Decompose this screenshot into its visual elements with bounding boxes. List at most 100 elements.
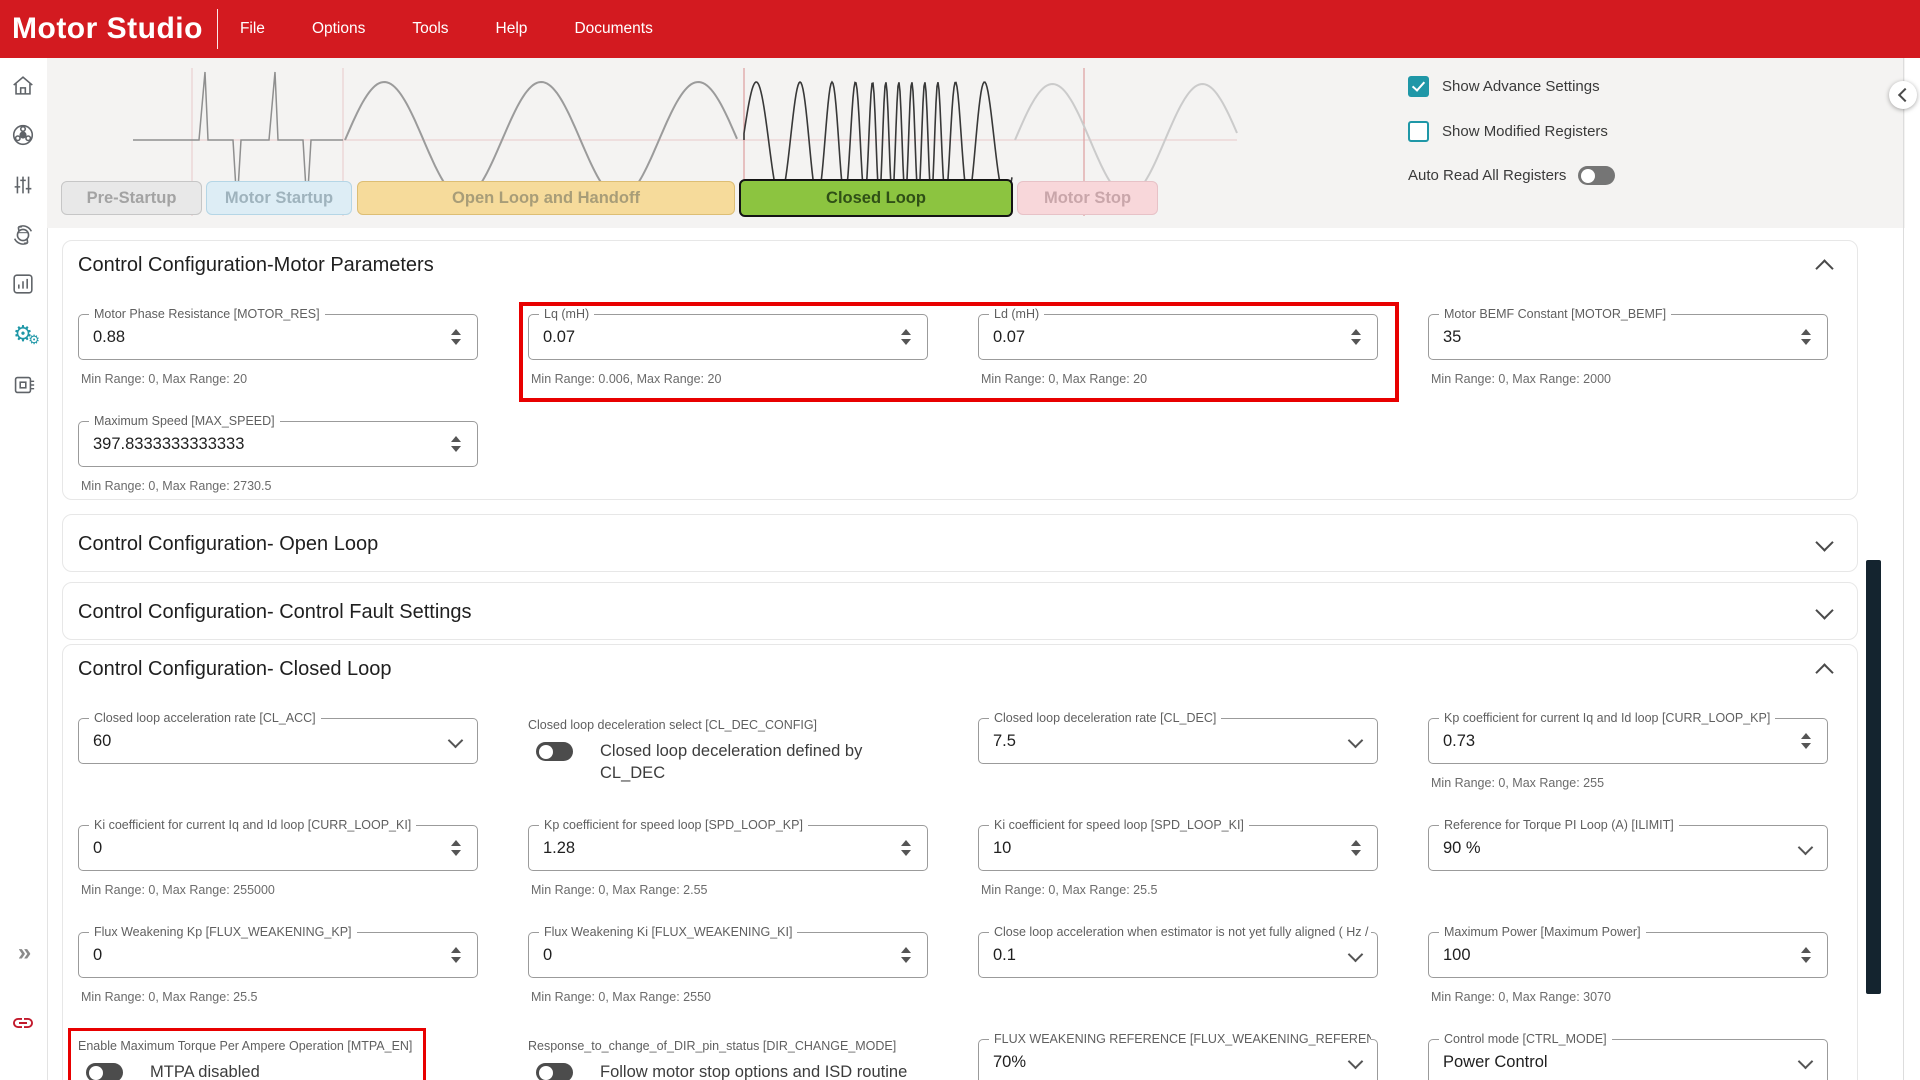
spin-down-icon[interactable] [901, 850, 911, 856]
field-input[interactable]: Maximum Speed [MAX_SPEED]397.83333333333… [78, 421, 478, 467]
spin-down-icon[interactable] [451, 446, 461, 452]
stage-motor-startup[interactable]: Motor Startup [206, 181, 352, 215]
menu-tools[interactable]: Tools [412, 20, 448, 38]
chip-icon[interactable] [9, 371, 37, 399]
field-input[interactable]: Ki coefficient for speed loop [SPD_LOOP_… [978, 825, 1378, 871]
spinner-buttons[interactable] [451, 840, 461, 856]
spin-up-icon[interactable] [1351, 840, 1361, 846]
spinner-buttons[interactable] [901, 947, 911, 963]
spinner-buttons[interactable] [1351, 840, 1361, 856]
spin-up-icon[interactable] [451, 947, 461, 953]
field-input[interactable]: Flux Weakening Kp [FLUX_WEAKENING_KP]0 [78, 932, 478, 978]
menu-file[interactable]: File [240, 20, 265, 38]
spinner-buttons[interactable] [1351, 329, 1361, 345]
spin-up-icon[interactable] [451, 840, 461, 846]
spin-down-icon[interactable] [451, 957, 461, 963]
toggle-switch[interactable] [536, 1063, 573, 1080]
auto-read-row: Auto Read All Registers [1408, 166, 1668, 185]
stage-open-loop-and-handoff[interactable]: Open Loop and Handoff [357, 181, 735, 215]
toggle-switch[interactable] [536, 742, 573, 761]
toggle-switch[interactable] [86, 1063, 123, 1080]
spinner-buttons[interactable] [901, 329, 911, 345]
spin-down-icon[interactable] [1801, 339, 1811, 345]
spin-up-icon[interactable] [1801, 329, 1811, 335]
spin-up-icon[interactable] [1351, 329, 1361, 335]
field-input[interactable]: Motor Phase Resistance [MOTOR_RES]0.88 [78, 314, 478, 360]
motor-wheel-icon[interactable] [9, 121, 37, 149]
spin-down-icon[interactable] [1801, 957, 1811, 963]
spin-down-icon[interactable] [1351, 850, 1361, 856]
sync-rotate-icon[interactable] [9, 221, 37, 249]
spin-up-icon[interactable] [901, 329, 911, 335]
chevron-down-icon[interactable] [1798, 1054, 1814, 1070]
chevron-down-icon[interactable] [1348, 947, 1364, 963]
spinner-buttons[interactable] [451, 329, 461, 345]
field-input[interactable]: Motor BEMF Constant [MOTOR_BEMF]35 [1428, 314, 1828, 360]
show-modified-checkbox[interactable] [1408, 121, 1429, 142]
field-input[interactable]: Kp coefficient for current Iq and Id loo… [1428, 718, 1828, 764]
spin-down-icon[interactable] [901, 957, 911, 963]
field-input[interactable]: Ki coefficient for current Iq and Id loo… [78, 825, 478, 871]
auto-read-toggle[interactable] [1578, 166, 1615, 185]
expand-sidebar-icon[interactable]: » [9, 939, 37, 967]
section-header[interactable]: Control Configuration- Open Loop [63, 515, 1857, 558]
spin-up-icon[interactable] [451, 329, 461, 335]
spin-down-icon[interactable] [451, 339, 461, 345]
section-header[interactable]: Control Configuration- Control Fault Set… [63, 583, 1857, 626]
field-number: Ki coefficient for speed loop [SPD_LOOP_… [978, 818, 1378, 897]
field-input[interactable]: Closed loop deceleration rate [CL_DEC]7.… [978, 718, 1378, 764]
chevron-down-icon[interactable] [1348, 1054, 1364, 1070]
stage-pre-startup[interactable]: Pre-Startup [61, 181, 202, 215]
field-value: 0 [79, 839, 102, 858]
spinner-buttons[interactable] [451, 947, 461, 963]
field-number: Flux Weakening Ki [FLUX_WEAKENING_KI]0Mi… [528, 925, 928, 1004]
section-header[interactable]: Control Configuration-Motor Parameters [63, 241, 1857, 279]
menu-options[interactable]: Options [312, 20, 365, 38]
menu-help[interactable]: Help [496, 20, 528, 38]
field-input[interactable]: FLUX WEAKENING REFERENCE [FLUX_WEAKENING… [978, 1039, 1378, 1080]
spinner-buttons[interactable] [1801, 733, 1811, 749]
spin-up-icon[interactable] [1801, 733, 1811, 739]
spin-up-icon[interactable] [451, 436, 461, 442]
spin-down-icon[interactable] [901, 339, 911, 345]
field-switch: Enable Maximum Torque Per Ampere Operati… [78, 1032, 478, 1080]
chevron-down-icon[interactable] [1798, 840, 1814, 856]
link-icon[interactable] [9, 1009, 37, 1037]
field-input[interactable]: Control mode [CTRL_MODE]Power Control [1428, 1039, 1828, 1080]
chart-icon[interactable] [9, 270, 37, 298]
switch-state-label: MTPA disabled [150, 1061, 260, 1080]
spin-down-icon[interactable] [1351, 339, 1361, 345]
spinner-buttons[interactable] [1801, 947, 1811, 963]
stage-motor-stop[interactable]: Motor Stop [1017, 181, 1158, 215]
settings-gears-icon[interactable]: ⚙⚙ [9, 320, 37, 348]
field-input[interactable]: Flux Weakening Ki [FLUX_WEAKENING_KI]0 [528, 932, 928, 978]
field-input[interactable]: Maximum Power [Maximum Power]100 [1428, 932, 1828, 978]
field-input[interactable]: Reference for Torque PI Loop (A) [ILIMIT… [1428, 825, 1828, 871]
menu-documents[interactable]: Documents [574, 20, 652, 38]
spin-up-icon[interactable] [1801, 947, 1811, 953]
section-header[interactable]: Control Configuration- Closed Loop [63, 645, 1857, 683]
field-input[interactable]: Closed loop acceleration rate [CL_ACC]60 [78, 718, 478, 764]
field-input[interactable]: Lq (mH)0.07 [528, 314, 928, 360]
field-input[interactable]: Ld (mH)0.07 [978, 314, 1378, 360]
chevron-down-icon[interactable] [448, 733, 464, 749]
spin-up-icon[interactable] [901, 840, 911, 846]
field-input[interactable]: Close loop acceleration when estimator i… [978, 932, 1378, 978]
spin-up-icon[interactable] [901, 947, 911, 953]
spinner-buttons[interactable] [451, 436, 461, 452]
tune-icon[interactable] [9, 171, 37, 199]
chevron-down-icon[interactable] [1348, 733, 1364, 749]
field-number: Kp coefficient for current Iq and Id loo… [1428, 711, 1828, 790]
stage-closed-loop[interactable]: Closed Loop [739, 179, 1013, 217]
field-row: Ki coefficient for current Iq and Id loo… [78, 818, 1831, 897]
spinner-buttons[interactable] [1801, 329, 1811, 345]
home-icon[interactable] [9, 72, 37, 100]
spin-down-icon[interactable] [1801, 743, 1811, 749]
toggle-knob [539, 1066, 553, 1080]
spin-down-icon[interactable] [451, 850, 461, 856]
collapse-panel-button[interactable] [1889, 81, 1917, 109]
spinner-buttons[interactable] [901, 840, 911, 856]
field-input[interactable]: Kp coefficient for speed loop [SPD_LOOP_… [528, 825, 928, 871]
vertical-scrollbar[interactable] [1866, 560, 1881, 994]
show-advance-checkbox[interactable] [1408, 76, 1429, 97]
